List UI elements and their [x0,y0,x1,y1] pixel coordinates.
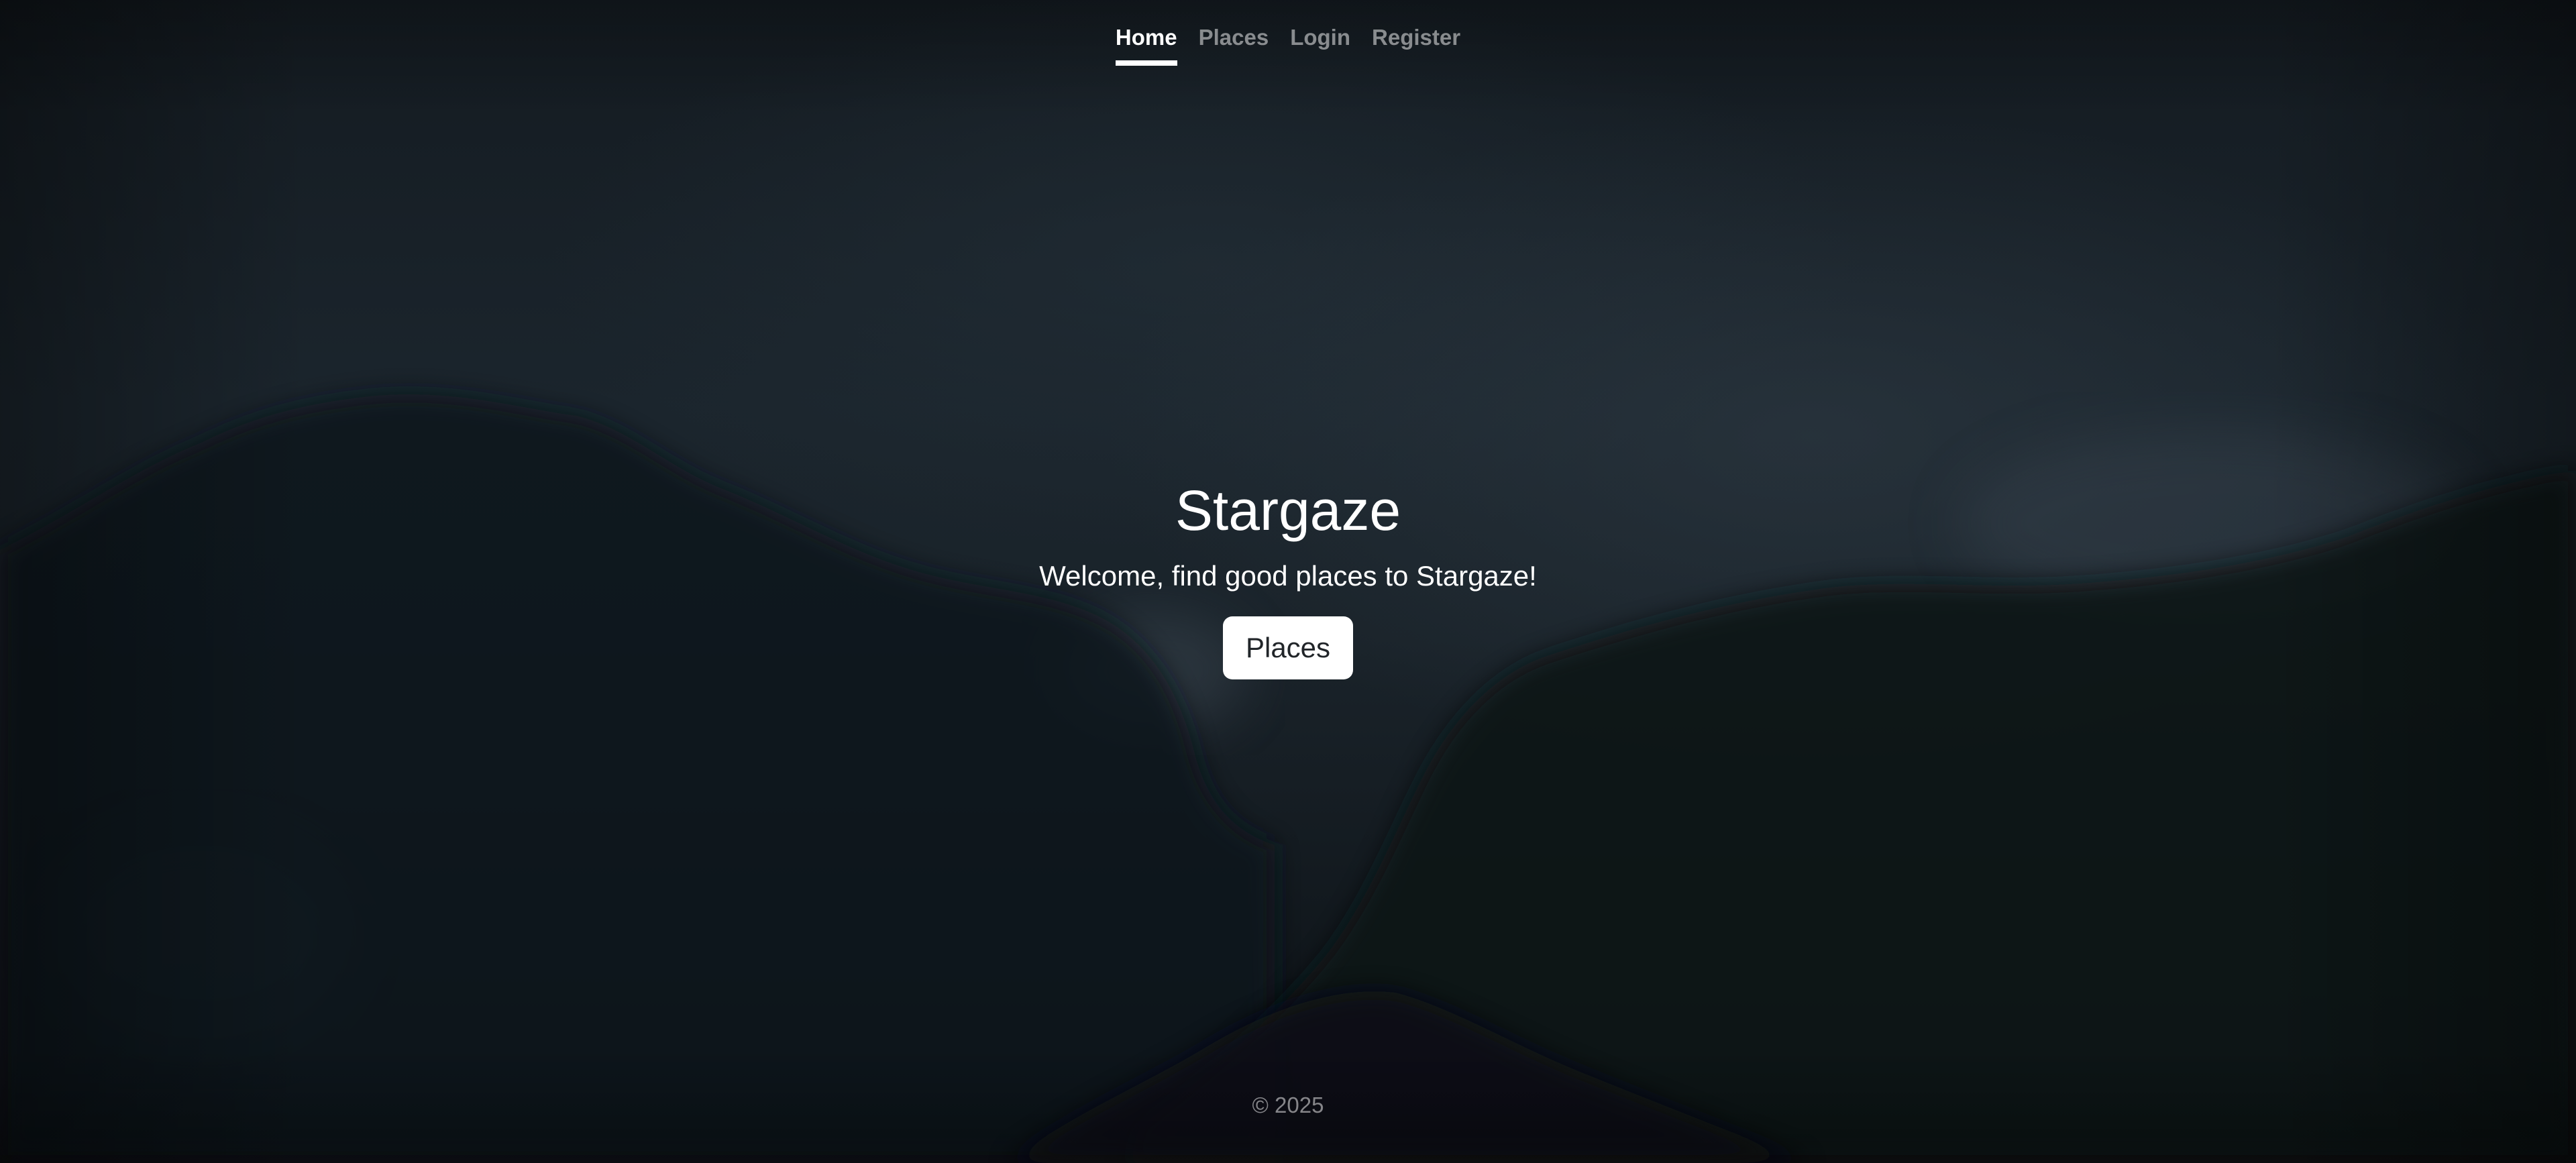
top-nav: Home Places Login Register [0,24,2576,66]
hero-section: Stargaze Welcome, find good places to St… [0,473,2576,679]
page-title: Stargaze [1175,479,1401,542]
places-button[interactable]: Places [1222,616,1354,679]
nav-places-link[interactable]: Places [1199,24,1269,66]
hero-subtitle: Welcome, find good places to Stargaze! [1039,560,1537,592]
footer-copyright: © 2025 [1252,1093,1324,1117]
nav-login-link[interactable]: Login [1290,24,1350,66]
nav-home-link[interactable]: Home [1115,24,1177,66]
nav-register-link[interactable]: Register [1372,24,1460,66]
